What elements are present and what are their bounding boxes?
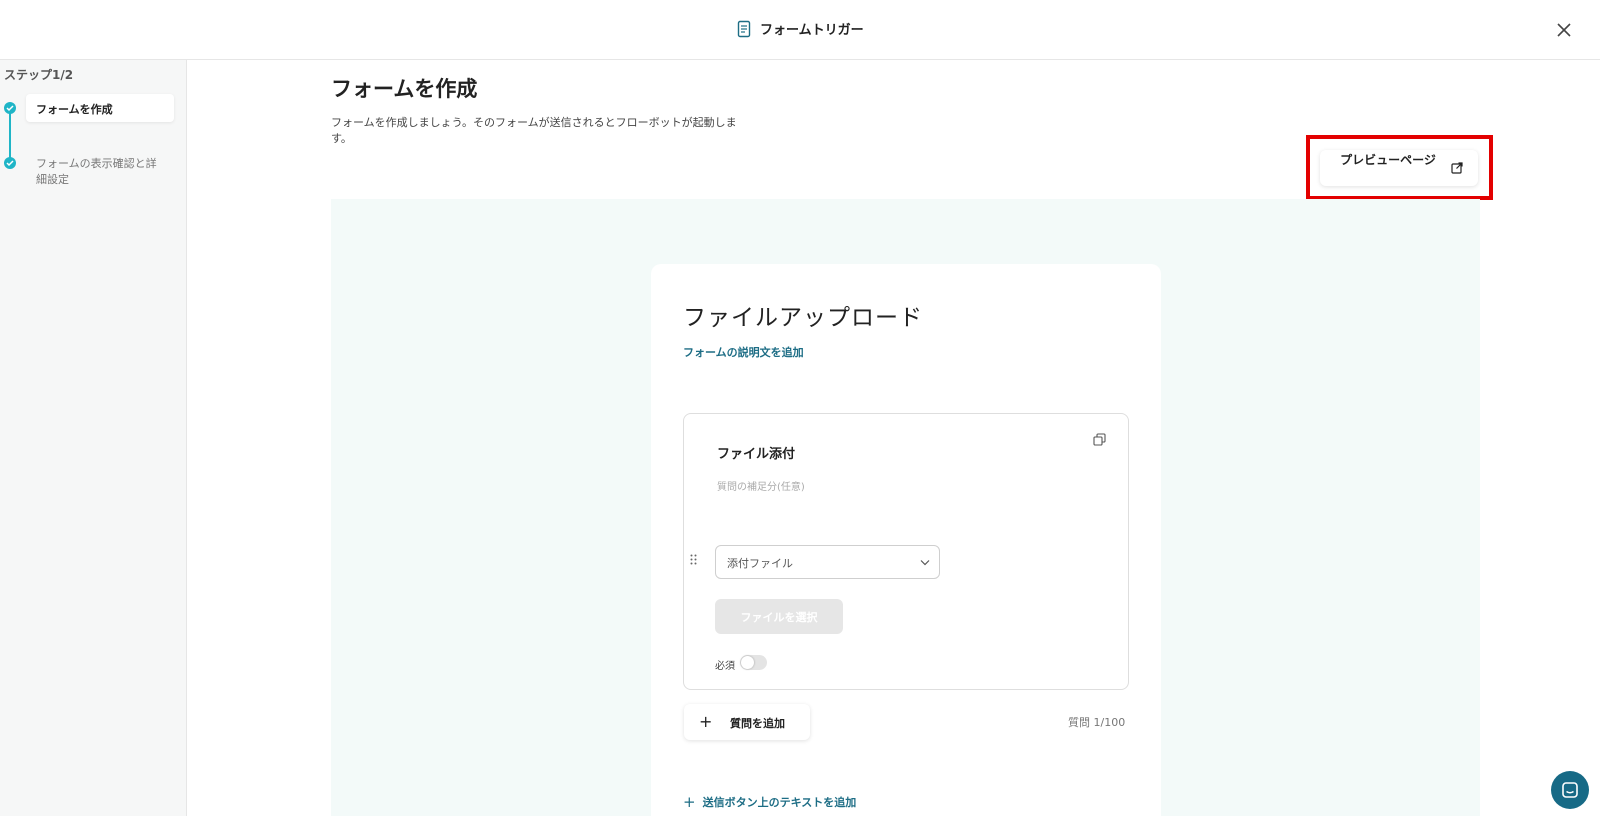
chat-button[interactable] (1551, 771, 1589, 809)
question-type-select[interactable]: 添付ファイル (715, 545, 940, 579)
chat-icon (1562, 782, 1578, 798)
preview-page-label: プレビューページ (1340, 153, 1436, 167)
toggle-knob (741, 656, 754, 669)
question-type-value: 添付ファイル (727, 557, 793, 570)
required-toggle[interactable] (740, 655, 767, 670)
chevron-down-icon (920, 560, 930, 566)
header-title-group: フォームトリガー (736, 19, 864, 38)
add-question-label: 質問を追加 (730, 717, 785, 730)
sidebar-step-label: フォームを作成 (36, 103, 113, 116)
page-title: フォームを作成 (331, 77, 478, 101)
step-connector (9, 108, 11, 162)
page-description: フォームを作成しましょう。そのフォームが送信されるとフローボットが起動します。 (331, 116, 737, 145)
add-submit-text-link[interactable]: + 送信ボタン上のテキストを追加 (683, 793, 856, 811)
header: フォームトリガー (0, 0, 1600, 60)
required-label: 必須 (715, 661, 735, 672)
question-title[interactable]: ファイル添付 (717, 443, 795, 462)
close-icon (1557, 23, 1571, 37)
close-button[interactable] (1554, 20, 1574, 40)
drag-handle-icon[interactable] (690, 554, 697, 565)
plus-icon: + (699, 712, 713, 731)
add-submit-text-label: 送信ボタン上のテキストを追加 (702, 796, 857, 809)
form-icon (737, 20, 751, 37)
sidebar: ステップ1/2 フォームを作成 フォームの表示確認と詳細設定 (0, 60, 187, 816)
copy-icon[interactable] (1093, 433, 1106, 446)
form-title[interactable]: ファイルアップロード (683, 298, 923, 332)
step-check-icon (4, 102, 16, 114)
step-label: ステップ1/2 (4, 68, 74, 82)
choose-file-button[interactable]: ファイルを選択 (715, 599, 843, 634)
plus-icon: + (683, 793, 696, 811)
step-check-icon (4, 157, 16, 169)
preview-page-button[interactable]: プレビューページ (1320, 150, 1478, 186)
external-link-icon (1451, 162, 1463, 174)
add-form-description-link[interactable]: フォームの説明文を追加 (683, 344, 804, 360)
sidebar-step-create-form[interactable]: フォームを作成 (26, 94, 174, 122)
question-count: 質問 1/100 (1068, 716, 1126, 729)
sidebar-step-display-settings[interactable]: フォームの表示確認と詳細設定 (36, 156, 166, 188)
add-question-button[interactable]: + 質問を追加 (684, 704, 810, 740)
header-title: フォームトリガー (760, 23, 864, 38)
question-hint-input[interactable]: 質問の補足分(任意) (717, 478, 805, 493)
